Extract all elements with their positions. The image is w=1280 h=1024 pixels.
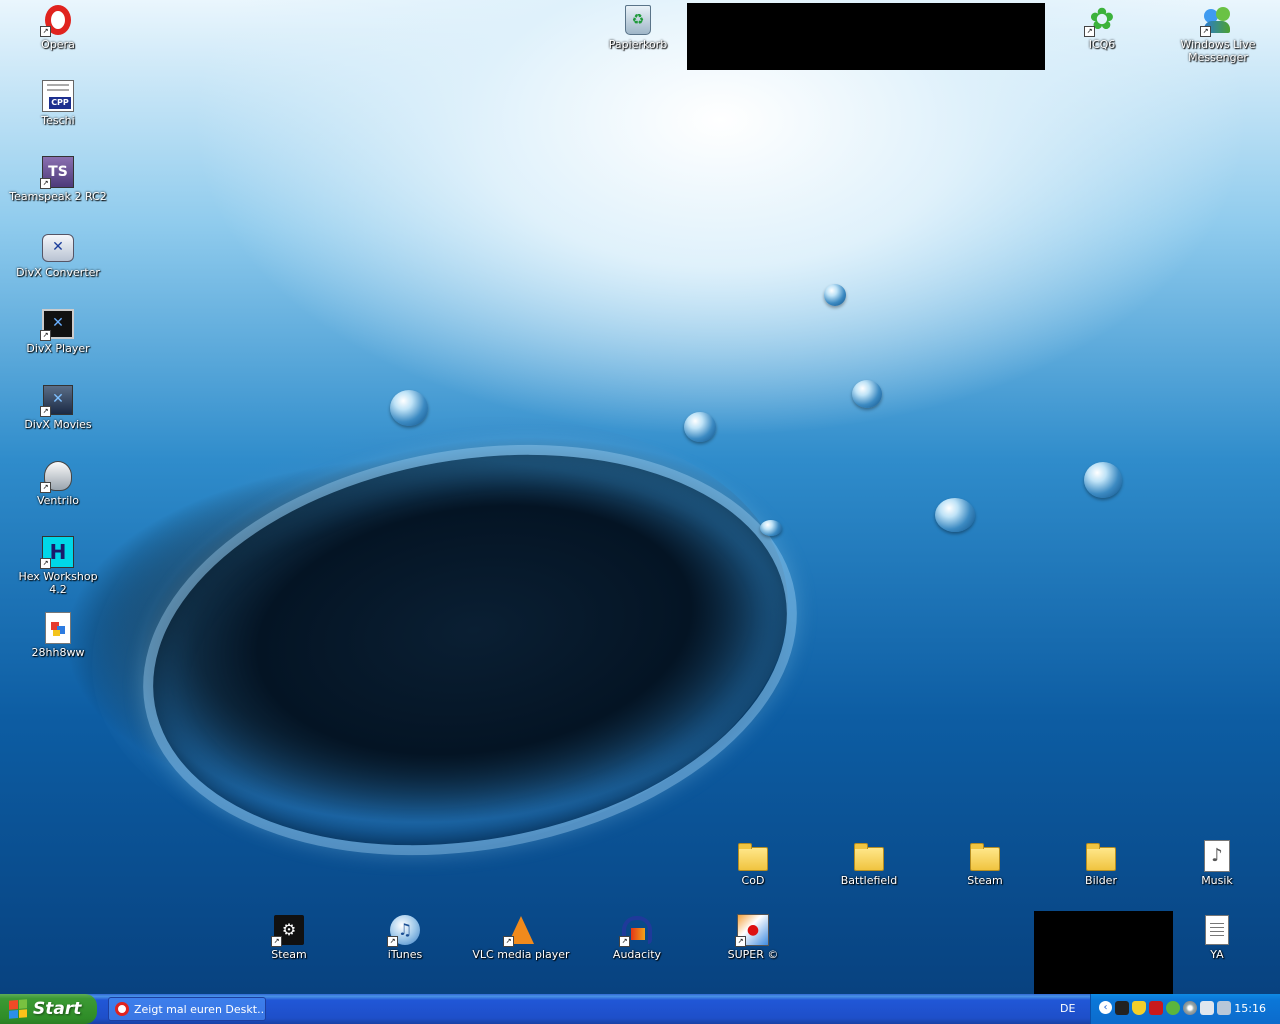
desktop-icon-label: VLC media player <box>472 948 570 961</box>
steam-tray-icon[interactable] <box>1115 1001 1129 1015</box>
desktop-icon-label: DivX Player <box>26 342 90 355</box>
language-indicator[interactable]: DE <box>1060 1002 1075 1015</box>
water-drop <box>824 284 846 306</box>
security-shield-icon[interactable] <box>1132 1001 1146 1015</box>
taskbar-item-opera[interactable]: Zeigt mal euren Deskt... <box>108 997 266 1021</box>
desktop-icon-label: Hex Workshop 4.2 <box>18 570 98 596</box>
folder-icon <box>969 840 1001 872</box>
desktop-icon-ventrilo[interactable]: ↗ Ventrilo <box>8 460 108 507</box>
opera-icon <box>115 1002 129 1016</box>
desktop-icon-itunes[interactable]: ♫ ↗ iTunes <box>355 914 455 961</box>
water-drop <box>684 412 716 442</box>
image-file-icon <box>42 612 74 644</box>
desktop-icon-label: Papierkorb <box>608 38 668 51</box>
audacity-icon: ↗ <box>619 914 653 947</box>
desktop-icon-label: SUPER © <box>727 948 779 961</box>
desktop-icon-icq[interactable]: ✿ ↗ ICQ6 <box>1052 4 1152 51</box>
water-drop <box>760 520 782 536</box>
network-icon[interactable] <box>1200 1001 1214 1015</box>
desktop-icon-label: Audacity <box>612 948 662 961</box>
divx-converter-icon: ✕ <box>42 232 74 264</box>
desktop-icon-label: Battlefield <box>840 874 898 887</box>
desktop-icon-label: Steam <box>967 874 1003 887</box>
super-icon: ● ↗ <box>735 914 769 947</box>
collapse-arrow-icon[interactable]: ‹ <box>1099 1001 1112 1014</box>
desktop-icon-label: Ventrilo <box>36 494 80 507</box>
desktop-icon-label: YA <box>1210 948 1224 961</box>
desktop-icon-teschi[interactable]: CPP Teschi <box>8 80 108 127</box>
steam-icon: ⚙ ↗ <box>271 914 305 947</box>
water-drop <box>390 390 428 426</box>
monitor-icon[interactable] <box>1217 1001 1231 1015</box>
opera-icon: ↗ <box>40 4 74 37</box>
desktop-icon-bilder[interactable]: Bilder <box>1051 840 1151 887</box>
desktop-icon-messenger[interactable]: ↗ Windows Live Messenger <box>1168 4 1268 64</box>
windows-logo-icon <box>9 999 27 1019</box>
desktop-icon-opera[interactable]: ↗ Opera <box>8 4 108 51</box>
messenger-tray-icon[interactable] <box>1166 1001 1180 1015</box>
folder-icon <box>737 840 769 872</box>
recycle-bin-icon: ♻ <box>622 4 654 36</box>
kaspersky-icon[interactable] <box>1149 1001 1163 1015</box>
cpp-icon: CPP <box>42 80 74 112</box>
desktop-icon-label: Musik <box>1201 874 1233 887</box>
divx-movies-icon: ✕ ↗ <box>40 384 74 417</box>
redacted-area <box>1034 911 1173 994</box>
text-file-icon <box>1201 914 1233 946</box>
music-file-icon: ♪ <box>1201 840 1233 872</box>
desktop-icon-label: Teschi <box>41 114 75 127</box>
desktop-icon-steam-folder[interactable]: Steam <box>935 840 1035 887</box>
desktop-icon-label: iTunes <box>387 948 423 961</box>
desktop-icon-label: Opera <box>41 38 75 51</box>
desktop-icon-musik[interactable]: ♪ Musik <box>1167 840 1267 887</box>
clock[interactable]: 15:16 <box>1234 1002 1266 1015</box>
icq-icon: ✿ ↗ <box>1084 4 1118 37</box>
teamspeak-icon: TS ↗ <box>40 156 74 189</box>
start-label: Start <box>33 999 82 1019</box>
desktop-icon-label: CoD <box>741 874 765 887</box>
water-drop <box>1084 462 1122 498</box>
water-drop <box>935 498 975 532</box>
folder-icon <box>853 840 885 872</box>
desktop-icon-ya[interactable]: YA <box>1167 914 1267 961</box>
messenger-icon: ↗ <box>1200 4 1234 37</box>
desktop-icon-steam[interactable]: ⚙ ↗ Steam <box>239 914 339 961</box>
wallpaper-splash-rim <box>110 395 830 905</box>
redacted-area <box>687 3 1045 70</box>
ventrilo-icon: ↗ <box>40 460 74 493</box>
desktop-icon-label: Steam <box>271 948 307 961</box>
system-tray: ‹ 15:16 <box>1090 994 1280 1024</box>
desktop-icon-hex-workshop[interactable]: H ↗ Hex Workshop 4.2 <box>8 536 108 596</box>
cd-icon[interactable] <box>1183 1001 1197 1015</box>
water-drop <box>852 380 882 408</box>
desktop-icon-super[interactable]: ● ↗ SUPER © <box>703 914 803 961</box>
desktop-icon-label: DivX Movies <box>24 418 92 431</box>
desktop-icon-divx-movies[interactable]: ✕ ↗ DivX Movies <box>8 384 108 431</box>
vlc-icon: ↗ <box>503 914 537 947</box>
desktop-icon-label: Bilder <box>1085 874 1117 887</box>
start-button[interactable]: Start <box>0 994 97 1024</box>
hex-workshop-icon: H ↗ <box>40 536 74 569</box>
desktop-icon-label: DivX Converter <box>16 266 100 279</box>
desktop-icon-audacity[interactable]: ↗ Audacity <box>587 914 687 961</box>
desktop-icon-28hh8ww[interactable]: 28hh8ww <box>8 612 108 659</box>
desktop-icon-label: 28hh8ww <box>31 646 85 659</box>
desktop-icon-label: ICQ6 <box>1088 38 1116 51</box>
desktop-icon-label: Windows Live Messenger <box>1180 38 1256 64</box>
desktop-icon-divx-converter[interactable]: ✕ DivX Converter <box>8 232 108 279</box>
taskbar-item-label: Zeigt mal euren Deskt... <box>134 1002 266 1016</box>
desktop-icon-teamspeak[interactable]: TS ↗ Teamspeak 2 RC2 <box>8 156 108 203</box>
desktop-icon-recycle-bin[interactable]: ♻ Papierkorb <box>588 4 688 51</box>
divx-player-icon: ✕ ↗ <box>40 308 74 341</box>
itunes-icon: ♫ ↗ <box>387 914 421 947</box>
desktop-icon-divx-player[interactable]: ✕ ↗ DivX Player <box>8 308 108 355</box>
desktop-icon-label: Teamspeak 2 RC2 <box>9 190 107 203</box>
desktop-icon-cod[interactable]: CoD <box>703 840 803 887</box>
desktop-icon-battlefield[interactable]: Battlefield <box>819 840 919 887</box>
taskbar: Start Zeigt mal euren Deskt... DE ‹ 15:1… <box>0 994 1280 1024</box>
desktop-icon-vlc[interactable]: ↗ VLC media player <box>471 914 571 961</box>
folder-icon <box>1085 840 1117 872</box>
